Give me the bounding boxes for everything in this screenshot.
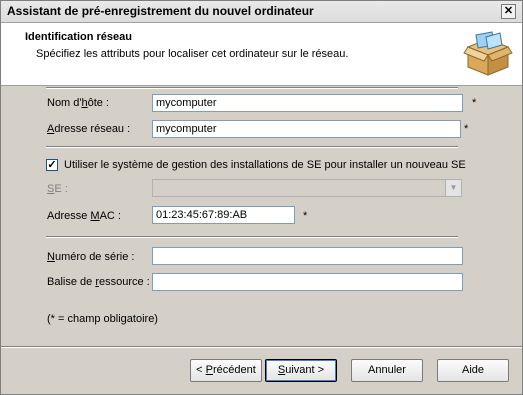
use-os-install-label[interactable]: Utiliser le système de gestion des insta… [64,159,466,171]
os-label: SE : [47,183,68,195]
help-button[interactable]: Aide [437,359,509,382]
os-select: ▼ [152,179,462,197]
asset-tag-input[interactable] [152,273,463,291]
title-bar[interactable]: Assistant de pré-enregistrement du nouve… [1,1,522,23]
cancel-button[interactable]: Annuler [351,359,423,382]
hostname-label: Nom d'hôte : [47,97,110,109]
serial-number-input[interactable] [152,247,463,265]
section-divider-2 [46,236,458,238]
chevron-down-icon: ▼ [445,180,461,196]
window-title: Assistant de pré-enregistrement du nouve… [7,4,314,18]
required-note: (* = champ obligatoire) [47,313,158,325]
use-os-install-checkbox[interactable]: ✓ [46,159,58,171]
previous-button[interactable]: < Précédent [190,359,262,382]
mac-address-label: Adresse MAC : [47,210,121,222]
section-divider-1 [46,146,458,148]
network-address-label: Adresse réseau : [47,123,131,135]
header-subtitle: Spécifiez les attributs pour localiser c… [36,48,349,60]
wizard-window: Assistant de pré-enregistrement du nouve… [0,0,523,395]
header-divider [46,87,458,89]
serial-number-label: Numéro de série : [47,251,135,263]
asset-tag-label: Balise de ressource : [47,276,150,288]
network-address-required-marker: * [464,123,469,135]
mac-required-marker: * [303,210,308,222]
close-button[interactable]: ✕ [501,4,516,19]
footer-divider [1,346,522,348]
header-title: Identification réseau [25,31,132,43]
package-box-icon [463,31,513,76]
hostname-required-marker: * [472,97,477,109]
mac-address-input[interactable]: 01:23:45:67:89:AB [152,206,295,224]
next-button[interactable]: Suivant > [265,359,337,382]
network-address-input[interactable]: mycomputer [152,120,461,138]
hostname-input[interactable]: mycomputer [152,94,463,112]
wizard-header: Identification réseau Spécifiez les attr… [1,23,522,86]
